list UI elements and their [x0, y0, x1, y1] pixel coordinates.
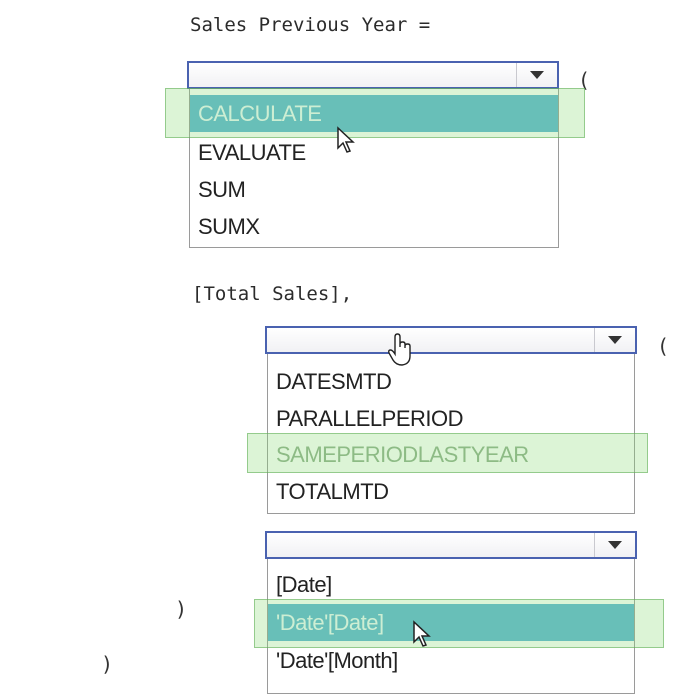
option-evaluate[interactable]: EVALUATE	[190, 134, 558, 171]
option-calculate[interactable]: CALCULATE	[190, 95, 558, 132]
code-line-total-sales: [Total Sales],	[192, 283, 353, 305]
open-paren-2: (	[657, 334, 670, 358]
chevron-down-icon[interactable]	[594, 328, 635, 352]
option-sumx[interactable]: SUMX	[190, 208, 558, 245]
option-parallelperiod[interactable]: PARALLELPERIOD	[268, 400, 634, 437]
option-sameperiodlastyear[interactable]: SAMEPERIODLASTYEAR	[268, 436, 634, 473]
chevron-down-icon[interactable]	[516, 63, 557, 87]
option-date-table-month[interactable]: 'Date'[Month]	[268, 642, 634, 679]
function-dropdown-2[interactable]	[265, 326, 637, 354]
option-sum[interactable]: SUM	[190, 171, 558, 208]
dropdown-3-list: [Date] 'Date'[Date] 'Date'[Month]	[267, 559, 635, 694]
chevron-down-icon[interactable]	[594, 533, 635, 557]
close-paren-inner: )	[175, 597, 188, 621]
dropdown-1-list: CALCULATE EVALUATE SUM SUMX	[189, 89, 559, 248]
option-date-table-date[interactable]: 'Date'[Date]	[268, 604, 634, 641]
option-totalmtd[interactable]: TOTALMTD	[268, 473, 634, 510]
option-date[interactable]: [Date]	[268, 566, 634, 603]
function-dropdown-1[interactable]	[187, 61, 559, 89]
close-paren-outer: )	[101, 652, 114, 676]
open-paren-1: (	[578, 68, 591, 92]
option-datesmtd[interactable]: DATESMTD	[268, 363, 634, 400]
column-dropdown-3[interactable]	[265, 531, 637, 559]
code-line-measure-name: Sales Previous Year =	[190, 14, 431, 36]
dropdown-2-list: DATESMTD PARALLELPERIOD SAMEPERIODLASTYE…	[267, 354, 635, 514]
